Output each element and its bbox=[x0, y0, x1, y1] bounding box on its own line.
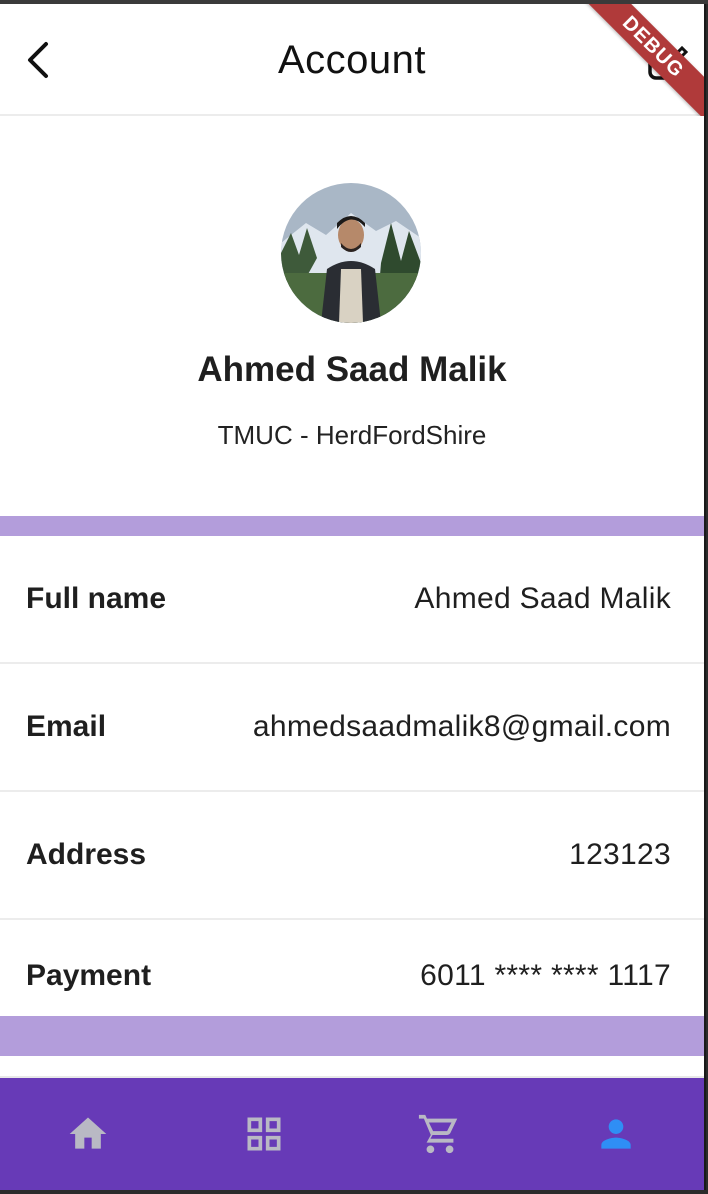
page-title: Account bbox=[277, 38, 427, 82]
info-label: Email bbox=[26, 710, 107, 743]
info-row-address[interactable]: Address 123123 bbox=[0, 792, 704, 920]
profile-name: Ahmed Saad Malik bbox=[197, 350, 507, 389]
info-label: Full name bbox=[26, 582, 167, 615]
account-info-list: Full name Ahmed Saad Malik Email ahmedsa… bbox=[0, 536, 704, 1032]
nav-item-cart[interactable] bbox=[390, 1099, 490, 1169]
account-screen: Account DEBUG Ahmed Saad Malik TMUC - He… bbox=[0, 4, 706, 1190]
person-icon bbox=[601, 1119, 631, 1149]
info-row-email[interactable]: Email ahmedsaadmalik8@gmail.com bbox=[0, 664, 704, 792]
info-value: ahmedsaadmalik8@gmail.com bbox=[252, 710, 671, 743]
avatar-photo bbox=[281, 183, 421, 323]
profile-header: Ahmed Saad Malik TMUC - HerdFordShire bbox=[0, 116, 704, 516]
home-icon bbox=[69, 1117, 107, 1149]
info-value: Ahmed Saad Malik bbox=[414, 582, 671, 615]
info-label: Address bbox=[26, 838, 147, 871]
app-bar: Account DEBUG bbox=[0, 4, 704, 125]
section-divider-bottom bbox=[0, 1016, 704, 1056]
nav-item-categories[interactable] bbox=[214, 1099, 314, 1169]
info-label: Payment bbox=[26, 959, 152, 992]
bottom-nav bbox=[0, 1076, 704, 1190]
info-value: 6011 **** **** 1117 bbox=[420, 959, 671, 992]
grid-icon bbox=[247, 1117, 281, 1151]
profile-subtitle: TMUC - HerdFordShire bbox=[217, 420, 487, 450]
cart-icon bbox=[418, 1114, 458, 1154]
info-row-full-name[interactable]: Full name Ahmed Saad Malik bbox=[0, 536, 704, 664]
info-value: 123123 bbox=[569, 838, 671, 871]
nav-item-account[interactable] bbox=[566, 1099, 666, 1169]
nav-item-home[interactable] bbox=[38, 1099, 138, 1169]
avatar[interactable] bbox=[281, 183, 421, 323]
section-divider-top bbox=[0, 516, 704, 536]
